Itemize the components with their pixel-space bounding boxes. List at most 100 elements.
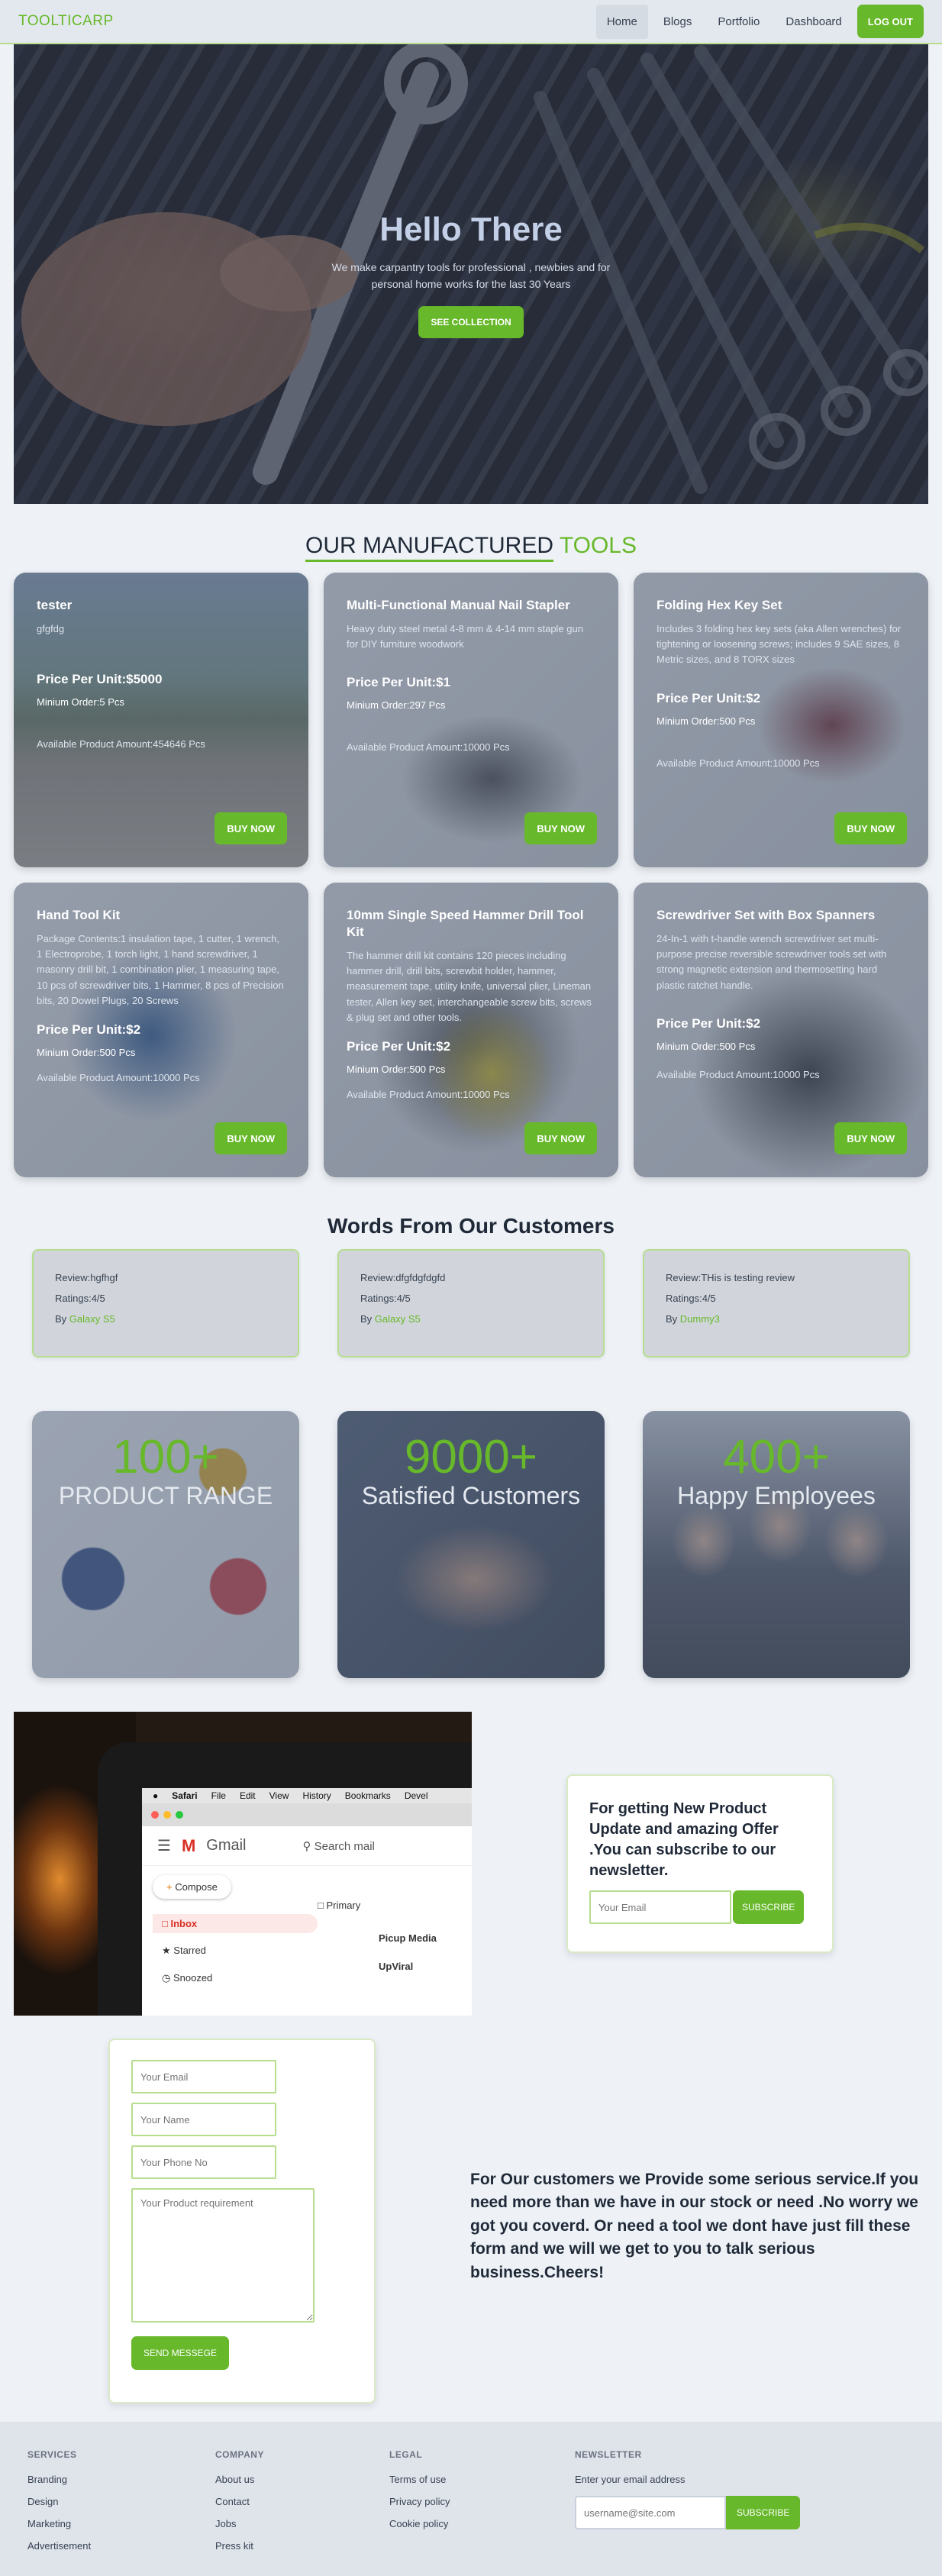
hero-text: We make carpantry tools for professional…	[331, 261, 611, 290]
gmail-search-text: Search mail	[314, 1839, 375, 1853]
gmail-title: Gmail	[206, 1837, 247, 1854]
nav-link-portfolio[interactable]: Portfolio	[707, 5, 770, 39]
footer-newsletter-label: Enter your email address	[575, 2474, 686, 2485]
review-card: Review:hgfhgf Ratings:4/5 By Galaxy S5	[32, 1249, 299, 1357]
site-logo[interactable]: TOOLTICARP	[18, 13, 114, 30]
buy-now-button[interactable]: BUY NOW	[524, 812, 597, 844]
contact-email-input[interactable]	[131, 2060, 276, 2093]
newsletter-subscribe-button[interactable]: SUBSCRIBE	[733, 1890, 805, 1924]
buy-now-button[interactable]: BUY NOW	[215, 812, 287, 844]
review-rating: Ratings:4/5	[360, 1293, 411, 1304]
gmail-compose: + Compose	[153, 1875, 231, 1899]
contact-name-input[interactable]	[131, 2103, 276, 2136]
close-dot-icon	[151, 1811, 159, 1819]
nav-link-blogs[interactable]: Blogs	[653, 5, 703, 39]
gmail-body: + Compose □ Inbox ★ Starred ◷ Snoozed □ …	[142, 1866, 472, 1988]
gmail-starred: ★ Starred	[153, 1941, 318, 1961]
buy-now-button[interactable]: BUY NOW	[215, 1122, 287, 1154]
footer-link-contact[interactable]: Contact	[215, 2496, 389, 2507]
stat-content: 400+ Happy Employees	[643, 1411, 910, 1510]
product-description: Includes 3 folding hex key sets (aka All…	[656, 623, 902, 666]
product-requirement-textarea[interactable]	[131, 2188, 315, 2323]
laptop-gmail-image: ● Safari File Edit View History Bookmark…	[14, 1712, 472, 2016]
menu-bookmarks: Bookmarks	[344, 1790, 391, 1801]
reviews-section-title: Words From Our Customers	[327, 1214, 615, 1238]
contact-description: For Our customers we Provide some seriou…	[470, 2171, 919, 2281]
footer-link-advertisement[interactable]: Advertisement	[27, 2540, 215, 2552]
footer-link-jobs[interactable]: Jobs	[215, 2518, 389, 2529]
footer-link-terms[interactable]: Terms of use	[389, 2474, 575, 2485]
stat-label: Satisfied Customers	[361, 1482, 581, 1510]
review-by-label: By	[666, 1313, 678, 1325]
product-name: 10mm Single Speed Hammer Drill Tool Kit	[347, 908, 584, 940]
review-card: Review:dfgfdgfdgfd Ratings:4/5 By Galaxy…	[337, 1249, 605, 1357]
product-name: Screwdriver Set with Box Spanners	[656, 908, 876, 922]
footer-newsletter: NEWSLETTER Enter your email address SUBS…	[575, 2449, 801, 2549]
product-card: Multi-Functional Manual Nail Stapler Hea…	[324, 573, 618, 867]
newsletter-title: For getting New Product Update and amazi…	[589, 1800, 779, 1879]
menu-safari: Safari	[172, 1790, 198, 1801]
buy-now-button[interactable]: BUY NOW	[834, 1122, 907, 1154]
footer-services: SERVICES Branding Design Marketing Adver…	[27, 2449, 215, 2552]
newsletter-section: ● Safari File Edit View History Bookmark…	[14, 1712, 928, 2016]
products-section-title: OUR MANUFACTURED TOOLS	[0, 533, 942, 562]
newsletter-right: For getting New Product Update and amazi…	[472, 1712, 928, 2016]
gmail-mail-row-1: Picup Media	[379, 1932, 437, 1944]
product-description: 24-In-1 with t-handle wrench screwdriver…	[656, 933, 887, 991]
product-name: Hand Tool Kit	[37, 908, 121, 922]
product-card: Screwdriver Set with Box Spanners 24-In-…	[634, 883, 928, 1177]
stat-content: 100+ PRODUCT RANGE	[32, 1411, 299, 1510]
gmail-list: □ Primary Picup Media UpViral	[318, 1866, 472, 1988]
minimize-dot-icon	[163, 1811, 171, 1819]
footer-company-title: COMPANY	[215, 2449, 264, 2460]
mac-menu-bar: ● Safari File Edit View History Bookmark…	[142, 1788, 472, 1803]
review-rating: Ratings:4/5	[666, 1293, 716, 1304]
review-author: By Galaxy S5	[360, 1313, 582, 1325]
product-price: Price Per Unit:$2	[347, 1038, 451, 1054]
review-by-label: By	[55, 1313, 67, 1325]
product-available: Available Product Amount:10000 Pcs	[656, 1068, 820, 1080]
products-title-part1: OUR MANUFACTURED	[305, 533, 554, 562]
footer-link-about[interactable]: About us	[215, 2474, 389, 2485]
product-min-order: Minium Order:500 Pcs	[656, 715, 756, 727]
buy-now-button[interactable]: BUY NOW	[524, 1122, 597, 1154]
see-collection-button[interactable]: SEE COLLECTION	[418, 306, 524, 339]
product-description: Heavy duty steel metal 4-8 mm & 4-14 mm …	[347, 623, 583, 650]
products-grid: tester gfgfdg Price Per Unit:$5000 Miniu…	[14, 573, 928, 1177]
gmail-header: ☰ M Gmail ⚲ Search mail	[142, 1826, 472, 1866]
footer-link-privacy[interactable]: Privacy policy	[389, 2496, 575, 2507]
gmail-snoozed-label: Snoozed	[173, 1972, 213, 1984]
hero-banner: Hello There We make carpantry tools for …	[14, 44, 928, 504]
menu-develop: Devel	[404, 1790, 428, 1801]
footer-link-marketing[interactable]: Marketing	[27, 2518, 215, 2529]
newsletter-email-input[interactable]	[589, 1890, 731, 1924]
star-icon: ★	[162, 1945, 171, 1956]
send-message-button[interactable]: SEND MESSEGE	[131, 2336, 230, 2370]
buy-now-button[interactable]: BUY NOW	[834, 812, 907, 844]
contact-phone-input[interactable]	[131, 2145, 276, 2179]
reviews-list: Review:hgfhgf Ratings:4/5 By Galaxy S5 R…	[32, 1249, 910, 1357]
product-name: Folding Hex Key Set	[656, 598, 782, 612]
footer-link-design[interactable]: Design	[27, 2496, 215, 2507]
maximize-dot-icon	[176, 1811, 183, 1819]
contact-section: SEND MESSEGE For Our customers we Provid…	[0, 2039, 942, 2405]
footer-subscribe-button[interactable]: SUBSCRIBE	[726, 2496, 801, 2529]
stats-section: 100+ PRODUCT RANGE 9000+ Satisfied Custo…	[32, 1411, 910, 1678]
footer-link-branding[interactable]: Branding	[27, 2474, 215, 2485]
product-available: Available Product Amount:10000 Pcs	[37, 1071, 200, 1083]
logout-button[interactable]: LOG OUT	[857, 5, 924, 38]
search-icon: ⚲	[302, 1839, 311, 1853]
product-min-order: Minium Order:500 Pcs	[347, 1063, 446, 1075]
footer-link-cookie[interactable]: Cookie policy	[389, 2518, 575, 2529]
gmail-starred-label: Starred	[173, 1945, 206, 1956]
footer-newsletter-form: SUBSCRIBE	[575, 2496, 801, 2529]
product-price: Price Per Unit:$2	[656, 690, 761, 705]
footer-email-input[interactable]	[575, 2496, 726, 2529]
gmail-mail-row-2: UpViral	[379, 1961, 414, 1972]
stat-label: Happy Employees	[677, 1482, 876, 1510]
review-author-name: Dummy3	[679, 1313, 720, 1325]
nav-link-home[interactable]: Home	[595, 4, 648, 39]
nav-link-dashboard[interactable]: Dashboard	[775, 5, 852, 39]
product-name: Multi-Functional Manual Nail Stapler	[347, 598, 570, 612]
footer-link-press-kit[interactable]: Press kit	[215, 2540, 389, 2552]
